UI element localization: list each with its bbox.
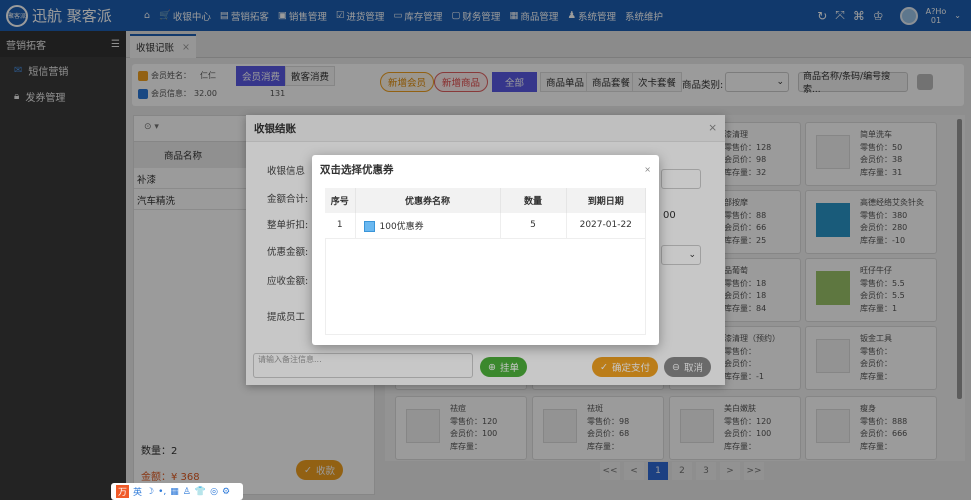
coupon-name: 100优惠券 bbox=[379, 221, 424, 232]
ime-toolbar: 万英 ☽ •, ▦ ♙ 👕 ◎ ⚙ bbox=[111, 483, 243, 500]
col-header-no: 序号 bbox=[325, 188, 356, 213]
ime-tool-icon[interactable]: ◎ bbox=[210, 487, 218, 497]
col-header-quantity: 数量 bbox=[500, 188, 567, 213]
ime-tool-icon[interactable]: ☽ bbox=[146, 487, 154, 497]
table-empty-area bbox=[325, 238, 646, 335]
coupon-no: 1 bbox=[325, 213, 356, 239]
ime-tool-icon[interactable]: •, bbox=[158, 487, 166, 497]
close-icon[interactable]: × bbox=[644, 165, 651, 174]
ime-logo-icon[interactable]: 万 bbox=[116, 485, 130, 498]
coupon-table: 序号 优惠券名称 数量 到期日期 1 100优惠券 5 2027-01-22 bbox=[325, 188, 646, 239]
coupon-expiry: 2027-01-22 bbox=[566, 213, 646, 239]
col-header-coupon-name: 优惠券名称 bbox=[355, 188, 501, 213]
col-header-expiry: 到期日期 bbox=[566, 188, 646, 213]
ime-tool-icon[interactable]: ▦ bbox=[170, 487, 179, 497]
coupon-quantity: 5 bbox=[500, 213, 567, 239]
coupon-dialog-title: 双击选择优惠券 bbox=[320, 163, 394, 176]
coupon-select-dialog: 双击选择优惠券 × 序号 优惠券名称 数量 到期日期 1 100优惠券 5 202… bbox=[312, 155, 659, 345]
ime-tool-icon[interactable]: ♙ bbox=[183, 487, 191, 497]
table-row[interactable]: 1 100优惠券 5 2027-01-22 bbox=[325, 213, 646, 239]
ime-tool-icon[interactable]: 英 bbox=[133, 485, 142, 498]
ime-tool-icon[interactable]: ⚙ bbox=[222, 487, 230, 497]
coupon-icon bbox=[363, 220, 375, 232]
ime-tool-icon[interactable]: 👕 bbox=[195, 487, 206, 497]
